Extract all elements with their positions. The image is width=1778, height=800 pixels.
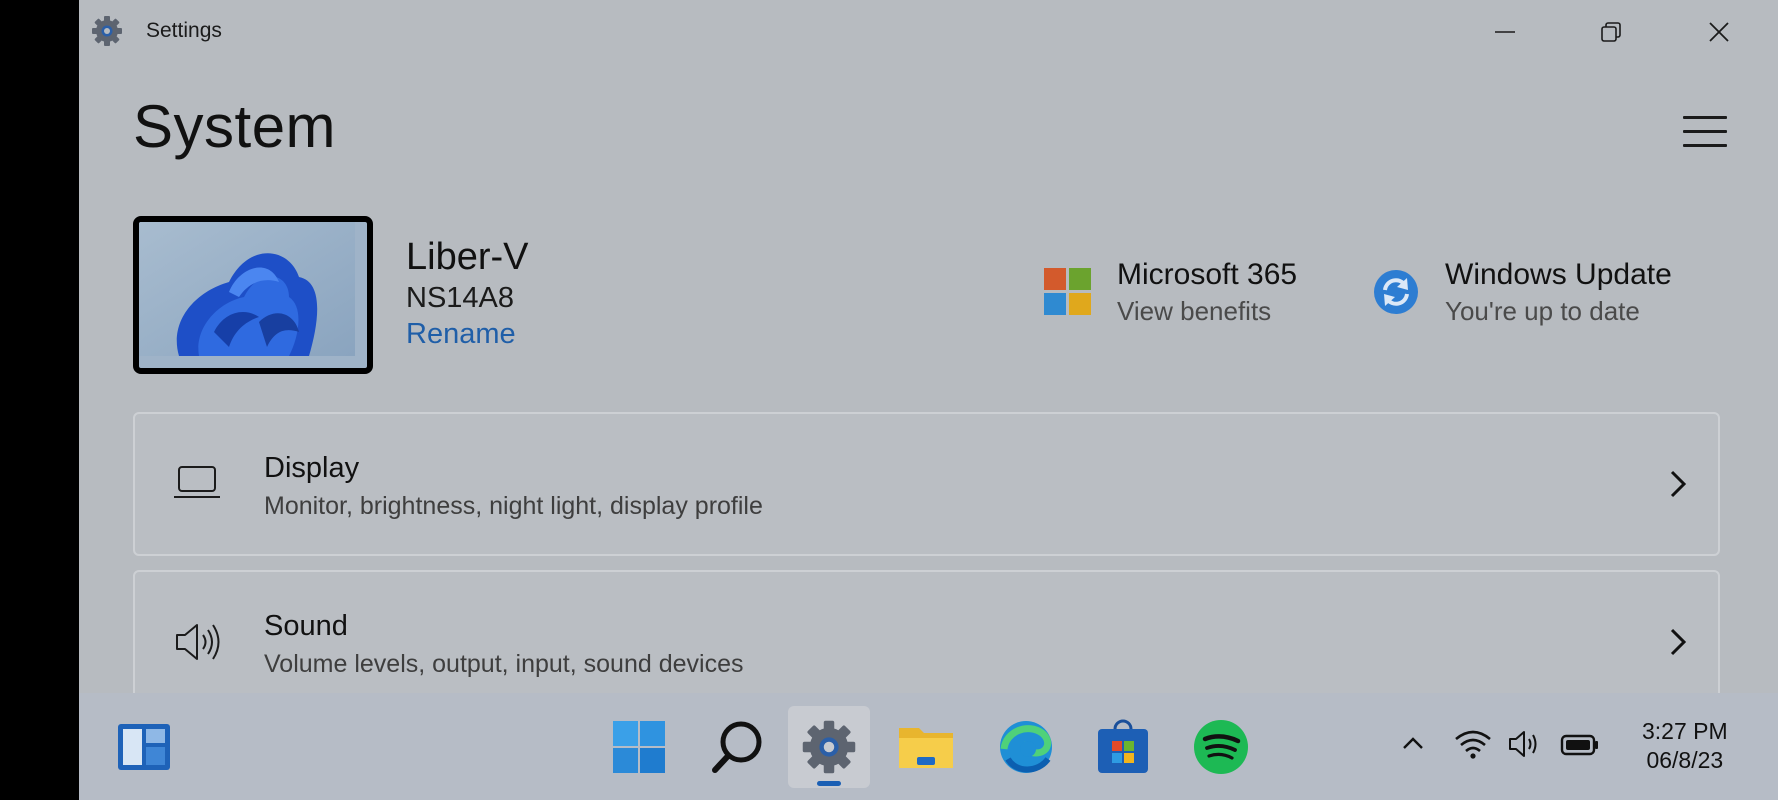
active-app-indicator xyxy=(817,781,841,786)
wifi-icon[interactable] xyxy=(1454,729,1492,764)
volume-icon[interactable] xyxy=(1507,728,1543,765)
taskbar-start[interactable] xyxy=(598,706,680,788)
folder-icon xyxy=(899,728,953,768)
settings-window: Settings System Liber-V NS14A8 Rename Mi… xyxy=(79,0,1778,693)
taskbar-search[interactable] xyxy=(697,706,779,788)
taskbar-widgets[interactable] xyxy=(103,706,185,788)
edge-browser-icon xyxy=(1000,721,1052,773)
restore-icon xyxy=(1601,22,1621,42)
windows-bloom-wallpaper xyxy=(139,222,355,356)
windows-start-icon xyxy=(613,721,665,773)
taskbar-settings[interactable] xyxy=(788,706,870,788)
restore-button[interactable] xyxy=(1583,12,1639,52)
chevron-right-icon xyxy=(1668,466,1688,507)
taskbar: 3:27 PM 06/8/23 xyxy=(79,693,1778,800)
settings-item-display[interactable]: Display Monitor, brightness, night light… xyxy=(133,412,1720,556)
close-icon xyxy=(1709,22,1729,42)
device-name: Liber-V xyxy=(406,236,529,278)
page-title: System xyxy=(133,93,337,160)
search-icon xyxy=(712,721,762,773)
title-bar: Settings xyxy=(79,0,1778,64)
device-model: NS14A8 xyxy=(406,282,515,314)
taskbar-clock[interactable]: 3:27 PM 06/8/23 xyxy=(1642,717,1728,775)
clock-date: 06/8/23 xyxy=(1646,747,1724,773)
window-title: Settings xyxy=(146,19,222,42)
store-icon xyxy=(1098,719,1148,773)
taskbar-spotify[interactable] xyxy=(1180,706,1262,788)
sound-title: Sound xyxy=(264,610,348,642)
gear-icon xyxy=(91,15,123,47)
spotify-icon xyxy=(1194,720,1248,774)
navigation-menu-button[interactable] xyxy=(1679,112,1729,152)
settings-item-sound[interactable]: Sound Volume levels, output, input, soun… xyxy=(133,570,1720,693)
windows-update-subtitle: You're up to date xyxy=(1445,296,1640,326)
clock-time: 3:27 PM xyxy=(1642,718,1728,744)
display-title: Display xyxy=(264,452,360,484)
show-hidden-icons-chevron-up-icon[interactable] xyxy=(1401,735,1425,756)
minimize-button[interactable] xyxy=(1477,12,1533,52)
windows-update-icon xyxy=(1372,268,1420,321)
battery-icon[interactable] xyxy=(1560,733,1600,762)
microsoft-365-subtitle: View benefits xyxy=(1117,296,1272,326)
taskbar-file-explorer[interactable] xyxy=(885,706,967,788)
settings-gear-icon xyxy=(802,720,856,774)
chevron-right-icon xyxy=(1668,624,1688,665)
close-button[interactable] xyxy=(1691,12,1747,52)
microsoft-365-title: Microsoft 365 xyxy=(1117,258,1298,291)
taskbar-edge[interactable] xyxy=(985,706,1067,788)
widgets-icon xyxy=(118,724,170,770)
laptop-icon xyxy=(173,462,221,507)
hamburger-icon xyxy=(1683,116,1727,119)
rename-link[interactable]: Rename xyxy=(406,318,516,351)
sound-subtitle: Volume levels, output, input, sound devi… xyxy=(264,650,744,678)
taskbar-microsoft-store[interactable] xyxy=(1082,706,1164,788)
display-subtitle: Monitor, brightness, night light, displa… xyxy=(264,492,763,520)
left-black-bar xyxy=(0,0,79,800)
microsoft-365-icon xyxy=(1044,268,1092,321)
windows-update-title: Windows Update xyxy=(1445,258,1672,291)
device-wallpaper-thumbnail[interactable] xyxy=(133,216,373,374)
speaker-icon xyxy=(173,620,223,669)
minimize-icon xyxy=(1495,31,1515,33)
